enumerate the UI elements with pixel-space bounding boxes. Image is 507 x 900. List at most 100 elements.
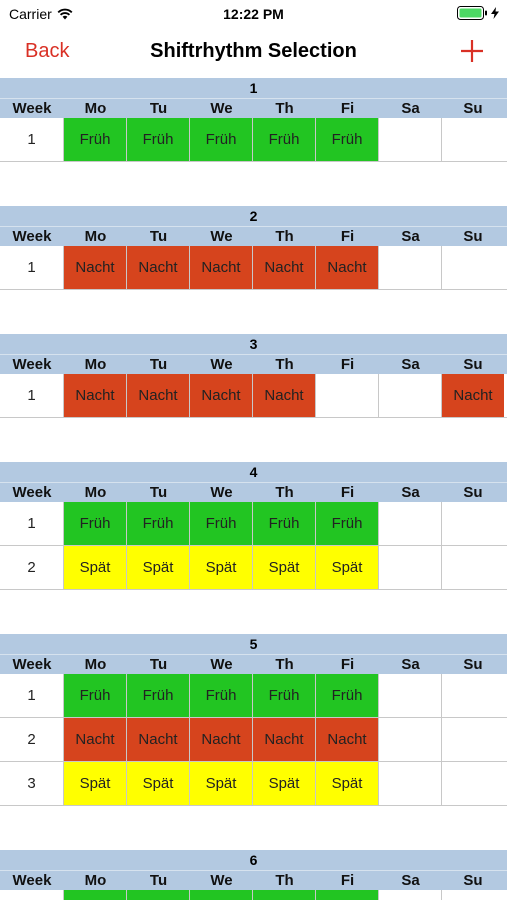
shift-cell[interactable]: Nacht [127,374,190,417]
shift-cell[interactable] [379,118,442,161]
shift-cell[interactable]: Nacht [127,246,190,289]
shift-cell[interactable]: Früh [253,118,316,161]
shift-cell[interactable]: Früh [253,502,316,545]
shift-cell[interactable] [379,718,442,761]
shift-cell[interactable]: Früh [190,118,253,161]
shift-cell[interactable] [379,546,442,589]
week-row[interactable]: 2 Nacht Nacht Nacht Nacht Nacht [0,718,507,762]
shift-cell[interactable] [442,502,504,545]
shift-cell[interactable]: Früh [253,674,316,717]
shift-cell[interactable]: Nacht [190,246,253,289]
shift-cell[interactable]: Früh [190,502,253,545]
shift-cell[interactable] [442,246,504,289]
shift-cell[interactable] [442,674,504,717]
rhythm-section[interactable]: 2 Week Mo Tu We Th Fi Sa Su 1 Nacht Nacht Nacht Nacht… [0,206,507,290]
shift-cell[interactable]: Spät [253,762,316,805]
shift-cell[interactable]: Früh [64,890,127,900]
shift-cell[interactable]: Nacht [64,718,127,761]
shift-cell[interactable] [442,718,504,761]
day-header-row: Week Mo Tu We Th Fi Sa Su [0,482,507,502]
shift-cell[interactable]: Nacht [316,718,379,761]
shift-cell[interactable]: Nacht [253,718,316,761]
shift-cell[interactable]: Nacht [64,374,127,417]
shift-cell[interactable]: Spät [127,762,190,805]
day-header-row: Week Mo Tu We Th Fi Sa Su [0,870,507,890]
week-row[interactable]: 1 Früh Früh Früh Früh Früh [0,502,507,546]
add-icon[interactable] [459,38,485,64]
rhythm-list[interactable]: 1 Week Mo Tu We Th Fi Sa Su 1 Früh Früh Früh Früh Früh… [0,78,507,900]
shift-cell[interactable] [379,374,442,417]
shift-cell[interactable]: Früh [253,890,316,900]
shift-cell[interactable]: Früh [127,118,190,161]
week-row[interactable]: 3 Spät Spät Spät Spät Spät [0,762,507,806]
shift-cell[interactable]: Spät [253,546,316,589]
shift-cell[interactable]: Früh [64,674,127,717]
shift-cell[interactable]: Spät [316,546,379,589]
shift-cell[interactable]: Spät [64,762,127,805]
shift-cell[interactable]: Nacht [190,374,253,417]
shift-cell[interactable]: Früh [127,674,190,717]
shift-cell[interactable]: Früh [64,118,127,161]
rhythm-section[interactable]: 5 Week Mo Tu We Th Fi Sa Su 1 Früh Früh Früh Früh Früh… [0,634,507,806]
shift-cell[interactable]: Früh [316,674,379,717]
section-title: 1 [0,78,507,98]
shift-cell[interactable]: Früh [190,674,253,717]
week-column-header: Week [12,100,52,117]
week-row[interactable]: 1 Nacht Nacht Nacht Nacht Nacht [0,374,507,418]
week-number [0,890,64,900]
shift-cell[interactable]: Nacht [253,246,316,289]
shift-cell[interactable]: Spät [127,546,190,589]
shift-cell[interactable] [442,762,504,805]
day-header-row: Week Mo Tu We Th Fi Sa Su [0,654,507,674]
shift-cell[interactable]: Nacht [253,374,316,417]
week-row[interactable]: 1 Früh Früh Früh Früh Früh [0,674,507,718]
week-number: 2 [0,546,64,589]
day-column-header: Su [463,656,483,673]
week-row[interactable]: 1 Nacht Nacht Nacht Nacht Nacht [0,246,507,290]
shift-cell[interactable]: Spät [190,546,253,589]
day-column-header: We [210,100,233,117]
shift-cell[interactable]: Früh [127,502,190,545]
shift-cell[interactable]: Nacht [316,246,379,289]
shift-cell[interactable]: Früh [316,502,379,545]
shift-cell[interactable] [316,374,379,417]
shift-cell[interactable] [442,890,504,900]
rhythm-section[interactable]: 3 Week Mo Tu We Th Fi Sa Su 1 Nacht Nacht Nacht Nacht… [0,334,507,418]
shift-cell[interactable]: Nacht [190,718,253,761]
day-column-header: Fi [340,872,355,889]
status-time: 12:22 PM [223,6,284,22]
day-column-header: Su [463,100,483,117]
day-column-header: Su [463,356,483,373]
shift-cell[interactable] [379,890,442,900]
shift-cell[interactable]: Spät [316,762,379,805]
shift-cell[interactable]: Spät [190,762,253,805]
shift-cell[interactable] [442,118,504,161]
day-column-header: We [210,484,233,501]
shift-cell[interactable]: Früh [316,118,379,161]
shift-cell[interactable]: Nacht [442,374,504,417]
day-column-header: Sa [401,484,420,501]
shift-cell[interactable]: Spät [64,546,127,589]
shift-cell[interactable] [379,674,442,717]
navigation-bar: Back Shiftrhythm Selection [0,28,507,78]
shift-cell[interactable]: Früh [64,502,127,545]
shift-cell[interactable] [442,546,504,589]
shift-cell[interactable]: Früh [190,890,253,900]
shift-cell[interactable]: Nacht [64,246,127,289]
shift-cell[interactable] [379,502,442,545]
day-column-header: Fi [340,356,355,373]
week-row[interactable]: FrühFrühFrühFrühFrüh [0,890,507,900]
day-header-row: Week Mo Tu We Th Fi Sa Su [0,354,507,374]
shift-cell[interactable]: Früh [316,890,379,900]
rhythm-section[interactable]: 4 Week Mo Tu We Th Fi Sa Su 1 Früh Früh Früh Früh Früh… [0,462,507,590]
shift-cell[interactable] [379,762,442,805]
shift-cell[interactable]: Früh [127,890,190,900]
shift-cell[interactable]: Nacht [127,718,190,761]
rhythm-section[interactable]: 1 Week Mo Tu We Th Fi Sa Su 1 Früh Früh Früh Früh Früh [0,78,507,162]
week-row[interactable]: 1 Früh Früh Früh Früh Früh [0,118,507,162]
week-row[interactable]: 2 Spät Spät Spät Spät Spät [0,546,507,590]
shift-cell[interactable] [379,246,442,289]
day-column-header: Tu [149,100,168,117]
day-column-header: Tu [149,228,168,245]
rhythm-section[interactable]: 6WeekMoTuWeThFiSaSuFrühFrühFrühFrühFrüh [0,850,507,900]
